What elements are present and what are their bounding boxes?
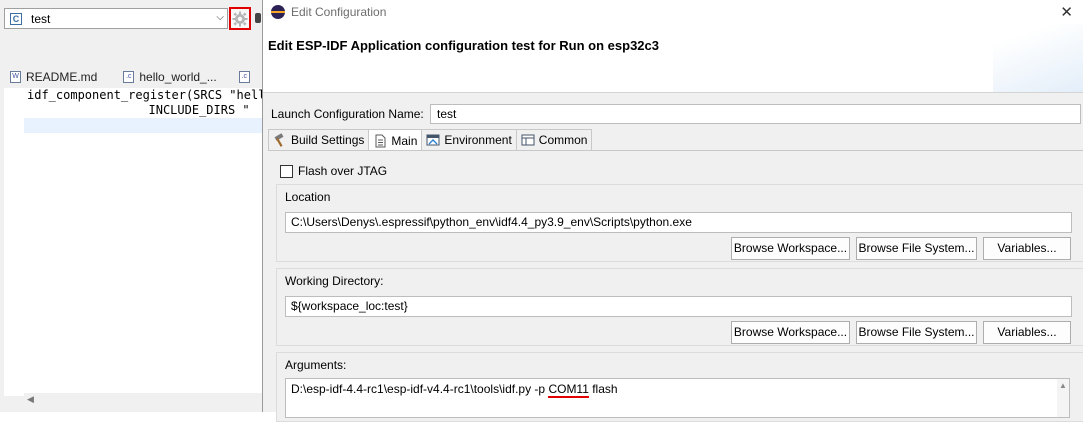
- location-input[interactable]: C:\Users\Denys\.espressif\python_env\idf…: [285, 212, 1072, 233]
- tab-main[interactable]: Main: [368, 129, 423, 151]
- workdir-browse-file-system-button[interactable]: Browse File System...: [856, 321, 977, 344]
- location-group: Location C:\Users\Denys\.espressif\pytho…: [276, 184, 1083, 262]
- location-label: Location: [285, 190, 331, 204]
- location-variables-button[interactable]: Variables...: [983, 237, 1071, 260]
- scroll-up-icon[interactable]: ▲: [1059, 381, 1067, 390]
- arguments-label: Arguments:: [285, 358, 347, 372]
- edit-launch-configuration-button[interactable]: [229, 7, 251, 30]
- tab-label: Common: [538, 133, 588, 147]
- markdown-file-icon: W: [10, 71, 21, 83]
- editor-tab-label: README.md: [26, 70, 98, 84]
- dialog-window-title: Edit Configuration: [291, 5, 387, 19]
- c-file-icon: .c: [123, 71, 135, 83]
- code-line: idf_component_register(SRCS "hello: [27, 88, 262, 102]
- tab-label: Environment: [444, 133, 512, 147]
- document-icon: [375, 134, 386, 147]
- working-directory-label: Working Directory:: [285, 274, 384, 288]
- configuration-name-input[interactable]: [430, 104, 1081, 124]
- configuration-name-row: Launch Configuration Name:: [263, 104, 1083, 124]
- dialog-titlebar: Edit Configuration ✕: [263, 0, 1083, 24]
- ide-background: C test ⌵ W README.md .c hello_world_... …: [0, 0, 262, 412]
- launch-configuration-value: test: [31, 11, 51, 26]
- c-file-icon: .c: [238, 71, 250, 83]
- code-editor[interactable]: idf_component_register(SRCS "hello INCLU…: [4, 88, 262, 396]
- edit-configuration-dialog: Edit Configuration ✕ Edit ESP-IDF Applic…: [262, 0, 1083, 422]
- workdir-variables-button[interactable]: Variables...: [983, 321, 1071, 344]
- current-line-highlight: [24, 118, 262, 133]
- editor-horizontal-scrollbar[interactable]: ◀: [24, 393, 262, 405]
- editor-tab-overflow[interactable]: .c: [238, 66, 255, 88]
- editor-tab-readme[interactable]: W README.md: [4, 66, 103, 88]
- tab-common[interactable]: Common: [515, 129, 593, 150]
- arguments-textarea[interactable]: D:\esp-idf-4.4-rc1\esp-idf-v4.4-rc1\tool…: [285, 378, 1070, 418]
- arguments-vertical-scrollbar[interactable]: ▲: [1057, 379, 1069, 417]
- common-icon: [521, 134, 535, 146]
- tab-environment[interactable]: Environment: [421, 129, 517, 150]
- working-directory-group: Working Directory: ${workspace_loc:test}…: [276, 268, 1083, 346]
- dialog-header-title: Edit ESP-IDF Application configuration t…: [268, 38, 659, 53]
- working-directory-input[interactable]: ${workspace_loc:test}: [285, 296, 1072, 317]
- configuration-name-label: Launch Configuration Name:: [271, 107, 424, 121]
- arguments-port: COM11: [548, 382, 589, 398]
- tab-label: Build Settings: [291, 133, 365, 147]
- arguments-suffix: flash: [588, 382, 618, 396]
- eclipse-logo-icon: [271, 5, 285, 19]
- location-browse-workspace-button[interactable]: Browse Workspace...: [731, 237, 850, 260]
- tab-build-settings[interactable]: Build Settings: [268, 129, 370, 150]
- editor-tab-label: hello_world_...: [139, 70, 217, 84]
- dialog-header: Edit ESP-IDF Application configuration t…: [263, 24, 1083, 93]
- launch-configuration-combo[interactable]: C test ⌵: [4, 8, 228, 29]
- editor-tab-hello-world[interactable]: .c hello_world_...: [117, 66, 222, 88]
- header-banner-graphic: [993, 24, 1083, 92]
- flash-over-jtag-label: Flash over JTAG: [298, 164, 388, 178]
- toolbar-overflow-icon: [255, 13, 261, 23]
- tab-label: Main: [391, 133, 418, 148]
- gear-icon: [232, 11, 248, 26]
- hammer-icon: [274, 133, 284, 147]
- environment-icon: [426, 134, 440, 146]
- configuration-tabs: Build Settings Main Environment Common: [268, 129, 593, 151]
- main-tab-panel: Flash over JTAG Location C:\Users\Denys\…: [268, 150, 1083, 422]
- arguments-prefix: D:\esp-idf-4.4-rc1\esp-idf-v4.4-rc1\tool…: [291, 382, 549, 396]
- workdir-browse-workspace-button[interactable]: Browse Workspace...: [731, 321, 850, 344]
- location-browse-file-system-button[interactable]: Browse File System...: [856, 237, 977, 260]
- code-line: INCLUDE_DIRS ": [4, 103, 250, 117]
- c-project-icon: C: [10, 12, 22, 25]
- scroll-left-icon[interactable]: ◀: [27, 394, 34, 405]
- flash-over-jtag-checkbox[interactable]: [280, 164, 293, 178]
- flash-over-jtag-option[interactable]: Flash over JTAG: [280, 164, 387, 178]
- chevron-down-icon[interactable]: ⌵: [216, 12, 224, 23]
- editor-tab-bar: W README.md .c hello_world_... .c: [4, 66, 262, 88]
- close-icon[interactable]: ✕: [1060, 3, 1073, 21]
